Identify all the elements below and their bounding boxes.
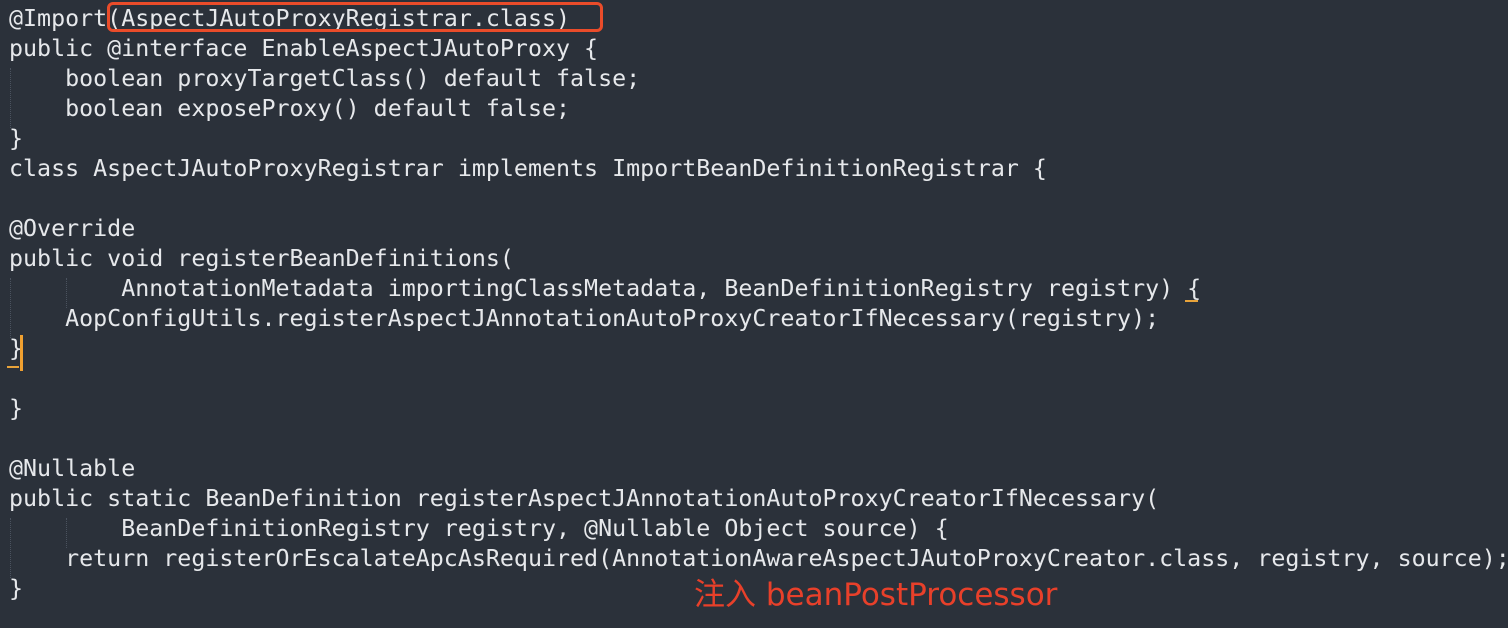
- code-line[interactable]: boolean proxyTargetClass() default false…: [9, 64, 640, 94]
- highlight-box: [107, 2, 603, 32]
- code-line[interactable]: }: [9, 394, 23, 424]
- code-editor[interactable]: @Import(AspectJAutoProxyRegistrar.class)…: [0, 0, 1508, 628]
- code-line[interactable]: boolean exposeProxy() default false;: [9, 94, 570, 124]
- matching-brace-highlight: [1185, 300, 1198, 302]
- matching-brace-highlight: [7, 366, 19, 368]
- code-line[interactable]: return registerOrEscalateApcAsRequired(A…: [9, 544, 1508, 574]
- code-line[interactable]: BeanDefinitionRegistry registry, @Nullab…: [9, 514, 949, 544]
- code-line[interactable]: AopConfigUtils.registerAspectJAnnotation…: [9, 304, 1159, 334]
- code-line[interactable]: public @interface EnableAspectJAutoProxy…: [9, 34, 598, 64]
- annotation-label: 注入 beanPostProcessor: [694, 577, 1058, 613]
- text-cursor: [20, 335, 23, 371]
- code-line[interactable]: @Override: [9, 214, 135, 244]
- code-line[interactable]: AnnotationMetadata importingClassMetadat…: [9, 274, 1201, 304]
- code-line[interactable]: public static BeanDefinition registerAsp…: [9, 484, 1159, 514]
- code-line[interactable]: @Nullable: [9, 454, 135, 484]
- code-line[interactable]: class AspectJAutoProxyRegistrar implemen…: [9, 154, 1047, 184]
- code-line[interactable]: }: [9, 574, 23, 604]
- code-line[interactable]: public void registerBeanDefinitions(: [9, 244, 514, 274]
- code-line[interactable]: }: [9, 124, 23, 154]
